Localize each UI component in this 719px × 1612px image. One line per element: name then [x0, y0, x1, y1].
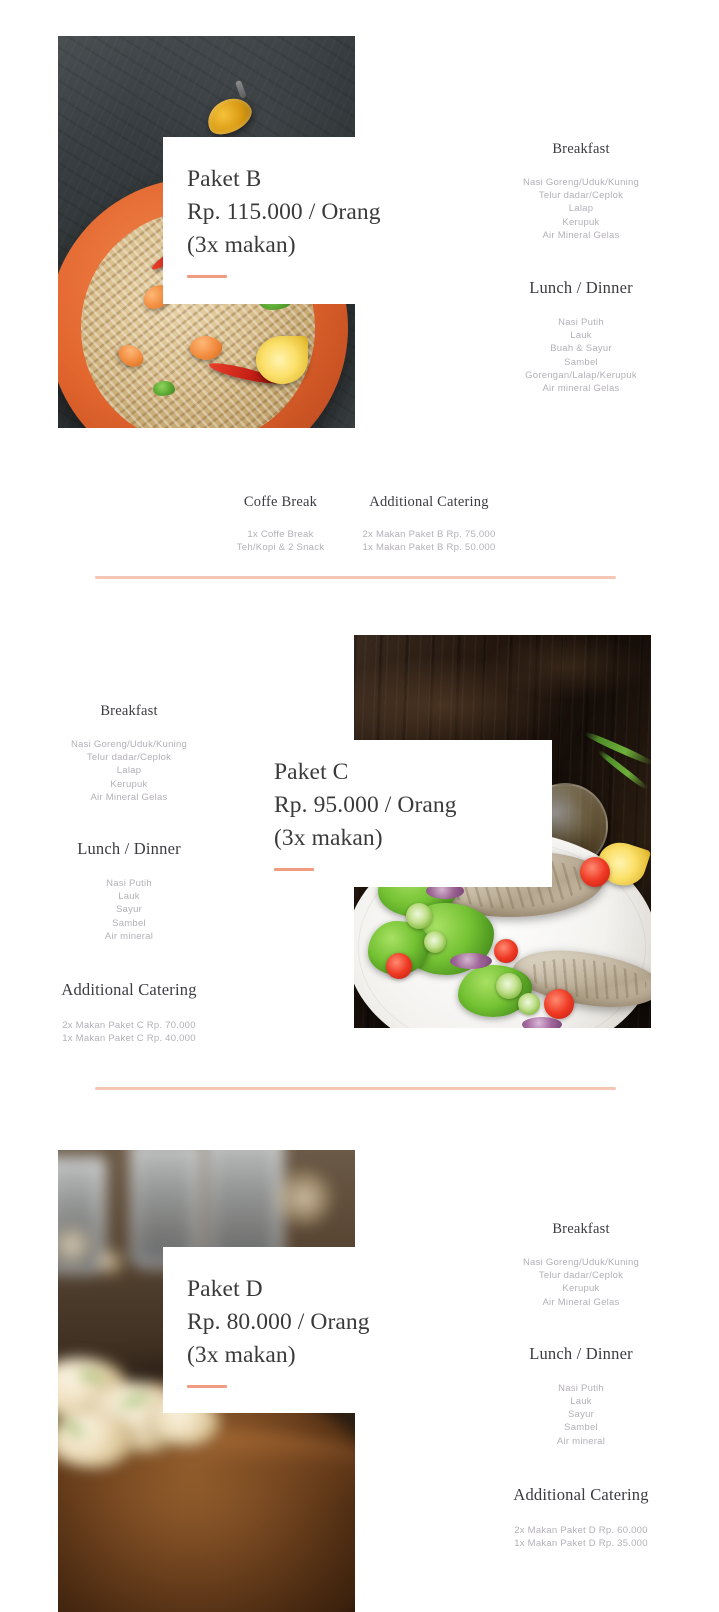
paket-d-meals: (3x makan): [187, 1341, 296, 1368]
cucumber-slice-icon: [496, 973, 522, 999]
list-item: Sambel: [564, 356, 598, 368]
accent-underline: [187, 275, 227, 278]
paket-b-name: Paket B: [187, 166, 262, 192]
menu-list-additional-catering: 2x Makan Paket B Rp. 75.000 1x Makan Pak…: [345, 528, 513, 554]
menu-list-breakfast: Nasi Goreng/Uduk/Kuning Telur dadar/Cepl…: [470, 1256, 692, 1309]
menu-heading-breakfast: Breakfast: [100, 703, 158, 719]
list-item: Nasi Goreng/Uduk/Kuning: [522, 177, 640, 188]
menu-heading-lunch-dinner: Lunch / Dinner: [77, 839, 181, 859]
paket-d-price: Rp. 80.000 / Orang: [187, 1308, 370, 1335]
list-item: Air mineral: [104, 930, 154, 942]
lemon-wedge-icon: [256, 336, 308, 384]
accent-underline: [187, 1384, 227, 1388]
paket-b-menu: Breakfast Nasi Goreng/Uduk/Kuning Telur …: [470, 141, 692, 395]
bokeh-light: [276, 1170, 332, 1226]
menu-list-lunch-dinner: Nasi Putih Lauk Buah & Sayur Sambel Gore…: [470, 316, 692, 395]
accent-underline: [274, 868, 314, 871]
list-item: Kerupuk: [562, 216, 600, 228]
list-item: Teh/Kopi & 2 Snack: [236, 542, 325, 554]
list-item: Lauk: [570, 1396, 592, 1408]
package-section-paket-b: Paket B Rp. 115.000 / Orang (3x makan) B…: [0, 0, 719, 600]
list-item: Telur dadar/Ceplok: [538, 190, 624, 202]
menu-heading-additional-catering: Additional Catering: [61, 980, 197, 1000]
red-onion-icon: [450, 953, 492, 969]
cilantro-icon: [153, 381, 175, 396]
list-item: Nasi Goreng/Uduk/Kuning: [522, 1257, 640, 1268]
paket-b-price: Rp. 115.000 / Orang: [187, 199, 381, 225]
paket-b-price-card: Paket B Rp. 115.000 / Orang (3x makan): [163, 137, 455, 304]
list-item: Nasi Putih: [558, 1382, 604, 1394]
list-item: Air Mineral Gelas: [542, 1296, 620, 1308]
tomato-slice-icon: [580, 857, 610, 887]
package-section-paket-c: Paket C Rp. 95.000 / Orang (3x makan) Br…: [0, 600, 719, 1100]
list-item: Lalap: [116, 765, 142, 777]
paket-c-price: Rp. 95.000 / Orang: [274, 792, 457, 818]
list-item: 1x Coffe Break: [247, 529, 314, 540]
menu-heading-additional-catering: Additional Catering: [369, 494, 489, 510]
list-item: Kerupuk: [562, 1283, 600, 1295]
menu-list-coffe-break: 1x Coffe Break Teh/Kopi & 2 Snack: [203, 528, 358, 554]
list-item: 1x Makan Paket C Rp. 40.000: [62, 1033, 196, 1045]
paket-c-meals: (3x makan): [274, 825, 383, 851]
menu-list-additional-catering: 2x Makan Paket C Rp. 70.000 1x Makan Pak…: [18, 1019, 240, 1045]
list-item: Sambel: [112, 917, 146, 929]
cucumber-slice-icon: [424, 931, 446, 953]
tomato-slice-icon: [386, 953, 412, 979]
list-item: 1x Makan Paket D Rp. 35.000: [514, 1538, 648, 1550]
paket-b-meals: (3x makan): [187, 232, 296, 258]
menu-list-lunch-dinner: Nasi Putih Lauk Sayur Sambel Air mineral: [18, 877, 240, 943]
list-item: Kerupuk: [110, 778, 148, 790]
list-item: Lauk: [570, 330, 592, 342]
list-item: Lauk: [118, 891, 140, 903]
list-item: Nasi Putih: [558, 317, 604, 329]
menu-list-breakfast: Nasi Goreng/Uduk/Kuning Telur dadar/Cepl…: [470, 176, 692, 242]
paket-b-coffe-break: Coffe Break 1x Coffe Break Teh/Kopi & 2 …: [203, 494, 358, 554]
list-item: Sayur: [567, 1409, 595, 1421]
list-item: 2x Makan Paket C Rp. 70.000: [62, 1020, 196, 1032]
list-item: Air Mineral Gelas: [90, 791, 168, 803]
red-onion-icon: [522, 1017, 562, 1028]
list-item: 2x Makan Paket B Rp. 75.000: [362, 529, 496, 540]
list-item: 2x Makan Paket D Rp. 60.000: [514, 1524, 648, 1536]
list-item: Sambel: [564, 1422, 598, 1434]
cucumber-slice-icon: [406, 903, 432, 929]
list-item: Gorengan/Lalap/Kerupuk: [525, 369, 637, 381]
list-item: Telur dadar/Ceplok: [86, 752, 172, 764]
bokeh-light: [96, 1248, 124, 1276]
paket-c-price-card: Paket C Rp. 95.000 / Orang (3x makan): [260, 740, 552, 887]
list-item: Air mineral: [556, 1435, 606, 1447]
catering-menu-page: Paket B Rp. 115.000 / Orang (3x makan) B…: [0, 0, 719, 1612]
paket-d-price-card: Paket D Rp. 80.000 / Orang (3x makan): [163, 1247, 413, 1413]
paket-d-name: Paket D: [187, 1275, 263, 1302]
tomato-slice-icon: [494, 939, 518, 963]
list-item: Telur dadar/Ceplok: [538, 1270, 624, 1282]
cucumber-slice-icon: [518, 993, 540, 1015]
paket-b-additional: Additional Catering 2x Makan Paket B Rp.…: [345, 494, 513, 554]
menu-list-breakfast: Nasi Goreng/Uduk/Kuning Telur dadar/Cepl…: [18, 738, 240, 804]
list-item: Nasi Goreng/Uduk/Kuning: [70, 739, 188, 750]
list-item: Nasi Putih: [106, 878, 152, 890]
section-divider: [95, 1087, 616, 1090]
menu-heading-lunch-dinner: Lunch / Dinner: [529, 1343, 633, 1363]
tomato-slice-icon: [544, 989, 574, 1019]
paket-c-menu: Breakfast Nasi Goreng/Uduk/Kuning Telur …: [18, 703, 240, 1045]
list-item: Lalap: [568, 203, 594, 215]
menu-heading-breakfast: Breakfast: [552, 141, 610, 157]
list-item: 1x Makan Paket B Rp. 50.000: [362, 542, 496, 554]
package-section-paket-d: Paket D Rp. 80.000 / Orang (3x makan) Br…: [0, 1100, 719, 1612]
paket-c-name: Paket C: [274, 759, 349, 785]
list-item: Air Mineral Gelas: [542, 229, 620, 241]
menu-heading-additional-catering: Additional Catering: [513, 1484, 649, 1504]
menu-list-additional-catering: 2x Makan Paket D Rp. 60.000 1x Makan Pak…: [470, 1524, 692, 1550]
menu-heading-breakfast: Breakfast: [552, 1221, 610, 1237]
menu-heading-coffe-break: Coffe Break: [243, 494, 318, 510]
list-item: Air mineral Gelas: [542, 383, 620, 395]
menu-heading-lunch-dinner: Lunch / Dinner: [529, 278, 633, 298]
paket-d-menu: Breakfast Nasi Goreng/Uduk/Kuning Telur …: [470, 1221, 692, 1550]
menu-list-lunch-dinner: Nasi Putih Lauk Sayur Sambel Air mineral: [470, 1382, 692, 1448]
list-item: Sayur: [115, 904, 143, 916]
section-divider: [95, 576, 616, 579]
list-item: Buah & Sayur: [550, 343, 612, 355]
